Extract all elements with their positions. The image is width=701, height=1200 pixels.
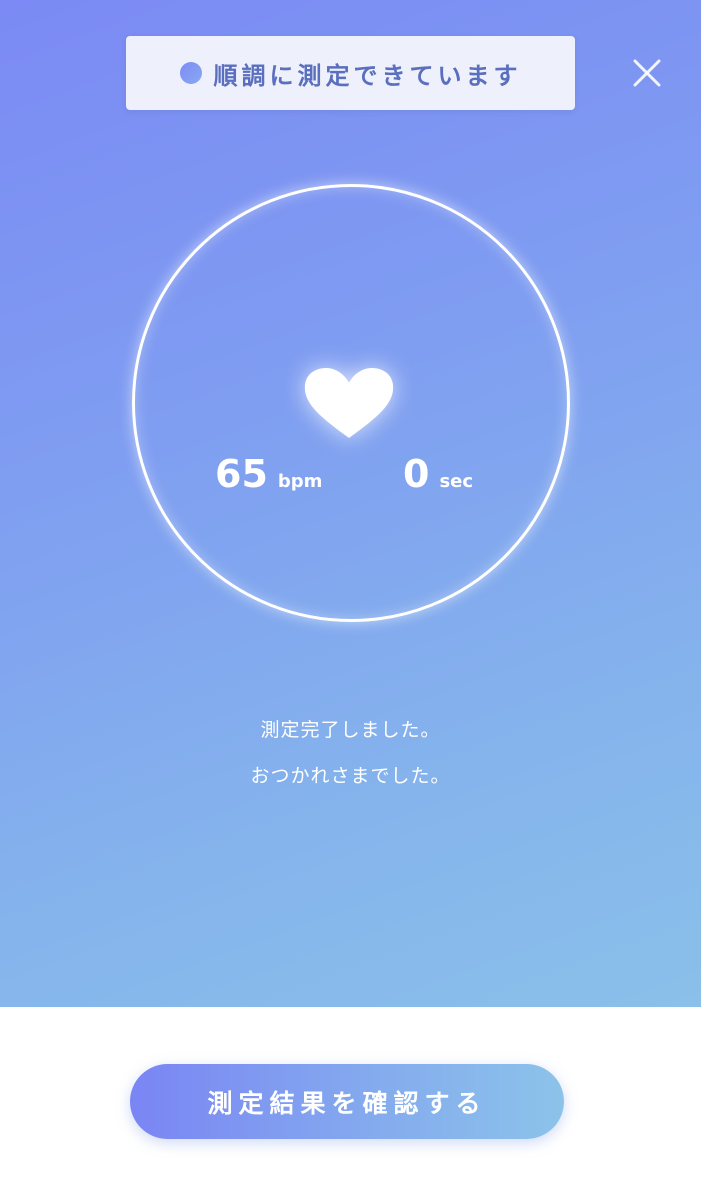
elapsed-time-readout: 0 sec xyxy=(403,452,473,496)
elapsed-time-value: 0 xyxy=(403,452,430,496)
completion-message: 測定完了しました。 xyxy=(260,719,441,741)
heart-rate-unit: bpm xyxy=(277,471,323,492)
view-results-button[interactable]: 測定結果を確認する xyxy=(130,1064,564,1139)
status-indicator-dot xyxy=(179,62,202,84)
heart-rate-value: 65 xyxy=(215,452,268,496)
elapsed-time-unit: sec xyxy=(439,471,474,492)
thanks-message: おつかれさまでした。 xyxy=(250,765,451,787)
view-results-label: 測定結果を確認する xyxy=(207,1088,487,1118)
status-text: 順調に測定できています xyxy=(213,61,522,90)
status-banner: 順調に測定できています xyxy=(126,36,575,110)
close-icon xyxy=(633,59,661,87)
close-button[interactable] xyxy=(626,52,668,94)
heart-rate-readout: 65 bpm xyxy=(215,452,322,496)
heart-icon xyxy=(304,368,394,438)
